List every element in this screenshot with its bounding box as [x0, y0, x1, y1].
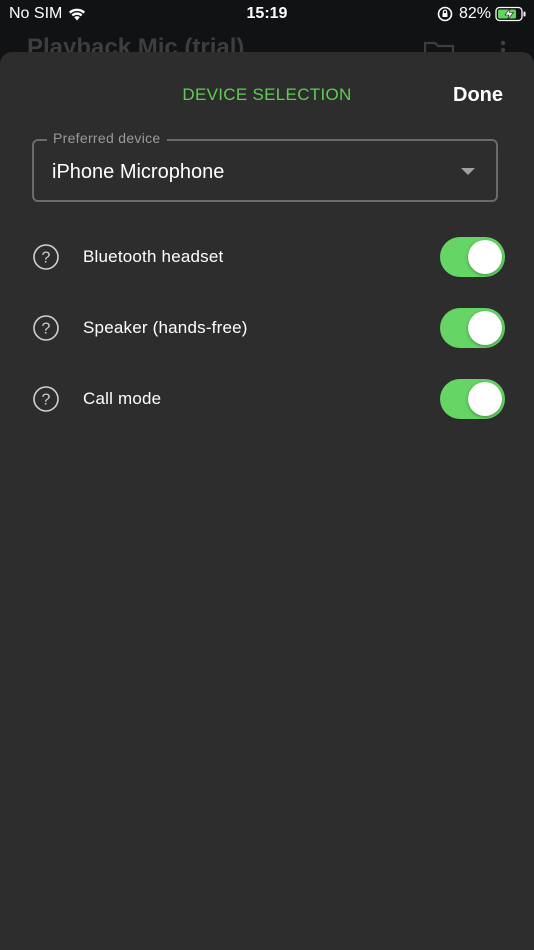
toggle-knob [468, 382, 502, 416]
battery-charging-icon [495, 6, 526, 22]
option-row-call-mode: ? Call mode [0, 369, 534, 429]
preferred-device-value: iPhone Microphone [52, 161, 225, 183]
option-row-speaker: ? Speaker (hands-free) [0, 298, 534, 358]
device-selection-sheet: DEVICE SELECTION Done Preferred device i… [0, 52, 534, 950]
svg-text:?: ? [42, 392, 51, 409]
option-label: Call mode [83, 389, 162, 408]
battery-percent-text: 82% [459, 5, 492, 22]
call-mode-toggle[interactable] [440, 379, 505, 419]
option-label: Bluetooth headset [83, 247, 224, 266]
dropdown-arrow-icon [461, 168, 475, 175]
bluetooth-headset-toggle[interactable] [440, 237, 505, 277]
orientation-lock-icon [437, 6, 453, 22]
svg-text:?: ? [42, 250, 51, 267]
done-button[interactable]: Done [453, 84, 503, 107]
help-icon[interactable]: ? [33, 386, 59, 412]
option-row-bluetooth-headset: ? Bluetooth headset [0, 227, 534, 287]
help-icon[interactable]: ? [33, 244, 59, 270]
preferred-device-select[interactable]: Preferred device iPhone Microphone [32, 130, 498, 202]
option-label: Speaker (hands-free) [83, 318, 248, 337]
svg-text:?: ? [42, 321, 51, 338]
help-icon[interactable]: ? [33, 315, 59, 341]
clock-text: 15:19 [246, 5, 288, 22]
status-bar: No SIM 15:19 82% [0, 0, 534, 28]
toggle-knob [468, 240, 502, 274]
preferred-device-label: Preferred device [47, 130, 167, 146]
speaker-toggle[interactable] [440, 308, 505, 348]
toggle-knob [468, 311, 502, 345]
